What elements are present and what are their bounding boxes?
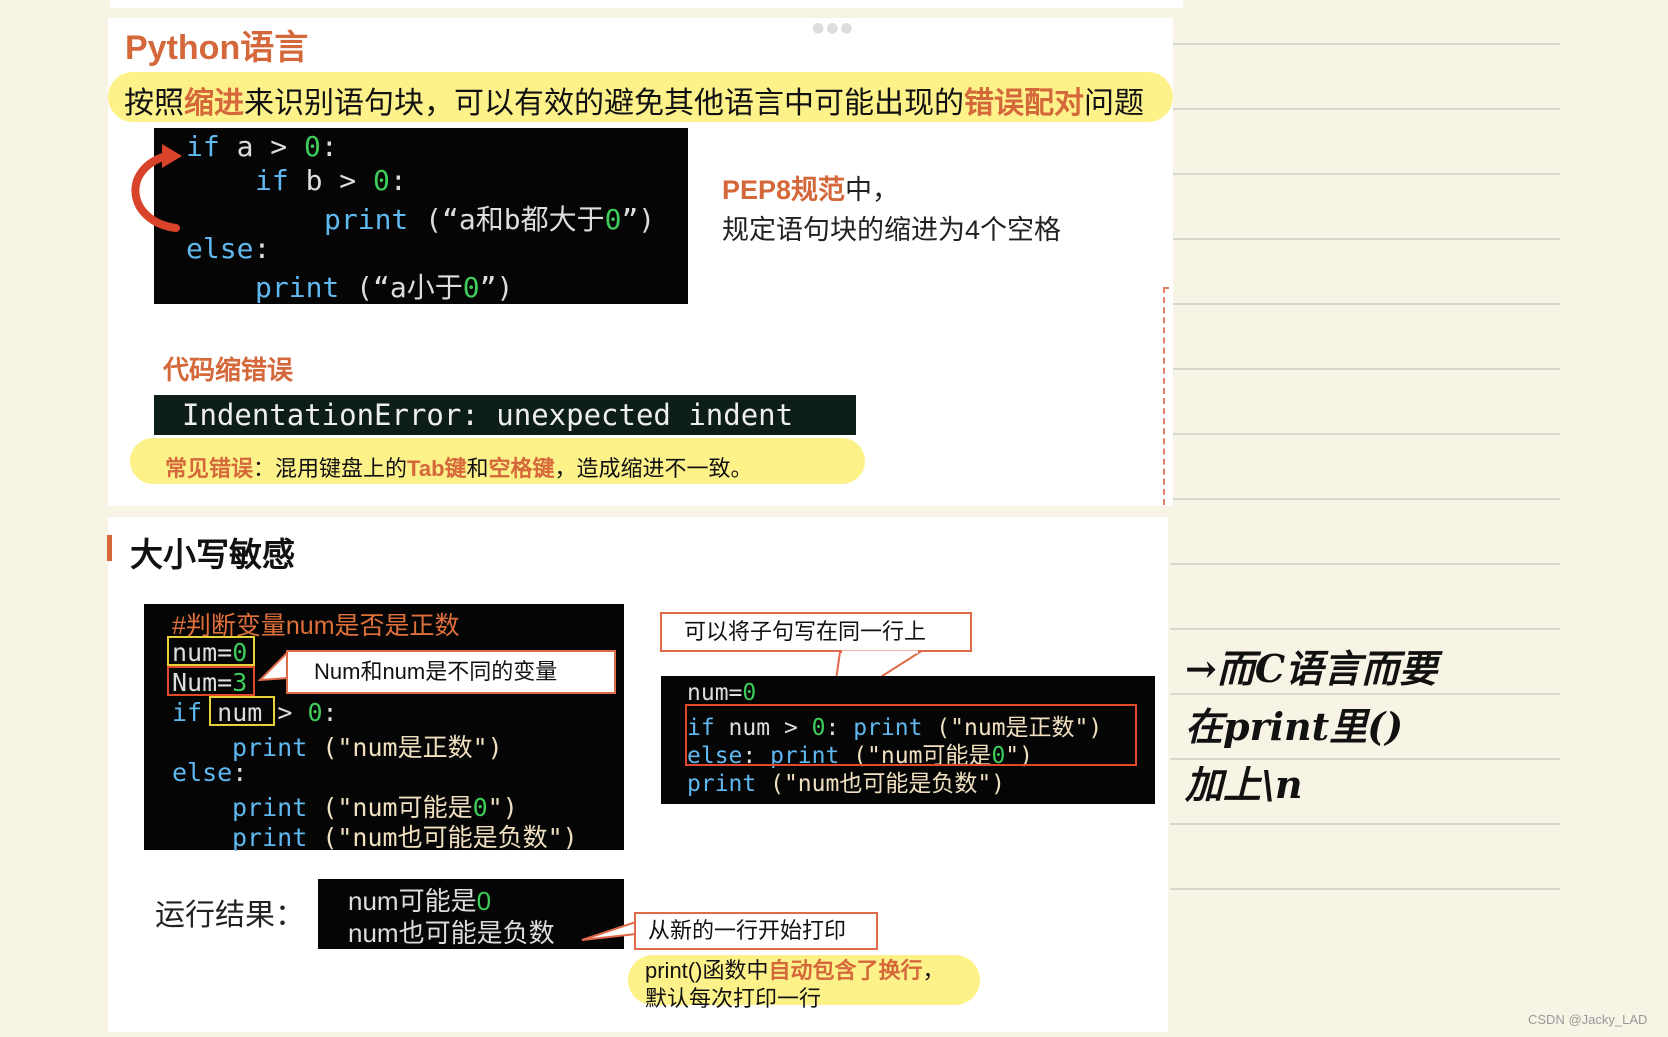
handwritten-line: →而C语言而要 bbox=[1185, 646, 1438, 691]
watermark-credit: CSDN @Jacky_LAD bbox=[1528, 1012, 1648, 1027]
code-line: print ("num也可能是负数") bbox=[687, 771, 1006, 797]
code-line: else: bbox=[172, 758, 248, 787]
code-line: if b > 0: bbox=[255, 164, 407, 197]
page-title: Python语言 bbox=[125, 29, 309, 67]
code-line: print ("num也可能是负数") bbox=[232, 823, 578, 852]
curved-arrow-icon bbox=[131, 144, 182, 232]
dashed-divider bbox=[1163, 287, 1169, 289]
code-line: if a > 0: bbox=[186, 130, 338, 163]
section-marker bbox=[107, 535, 112, 561]
indentation-error-bar: IndentationError: unexpected indent bbox=[154, 395, 856, 435]
section-title: 大小写敏感 bbox=[130, 536, 295, 573]
same-line-callout: 可以将子句写在同一行上 bbox=[660, 612, 972, 652]
output-block: num可能是0 num也可能是负数 bbox=[318, 879, 624, 949]
result-label: 运行结果： bbox=[155, 899, 305, 932]
top-strip bbox=[110, 0, 1183, 8]
drag-handle-icon[interactable]: ●●● bbox=[812, 20, 855, 36]
print-newline-note: print()函数中自动包含了换行， 默认每次打印一行 bbox=[645, 958, 945, 1011]
code-line: print (“a和b都大于0”) bbox=[324, 203, 656, 236]
common-error-note: 常见错误：混用键盘上的Tab键和空格键，造成缩进不一致。 bbox=[165, 456, 753, 481]
num-highlight-box bbox=[167, 636, 255, 666]
Num-highlight-box bbox=[167, 666, 255, 696]
code-line: print (“a小于0”) bbox=[255, 271, 514, 304]
indent-description: 按照缩进来识别语句块，可以有效的避免其他语言中可能出现的错误配对问题 bbox=[124, 87, 1144, 120]
handwritten-note: →而C语言而要 在print里() 加上\n bbox=[1185, 640, 1437, 814]
code-line: num=0 bbox=[687, 680, 757, 706]
code-line: print ("num是正数") bbox=[232, 733, 503, 762]
callout-pointer bbox=[581, 920, 636, 941]
error-heading: 代码缩错误 bbox=[163, 355, 294, 385]
dashed-divider bbox=[1163, 287, 1165, 505]
if-num-highlight-box bbox=[209, 696, 275, 726]
callout-pointer bbox=[258, 650, 288, 682]
indent-code-block: if a > 0: if b > 0: print (“a和b都大于0”) el… bbox=[154, 128, 688, 304]
same-line-highlight-box bbox=[685, 704, 1137, 766]
code-line: else: bbox=[186, 232, 271, 265]
handwritten-line: 在print里() bbox=[1185, 704, 1404, 749]
pep8-note: PEP8规范中， 规定语句块的缩进为4个空格 bbox=[722, 175, 1062, 245]
new-line-callout: 从新的一行开始打印 bbox=[634, 912, 878, 950]
handwritten-line: 加上\n bbox=[1185, 762, 1303, 807]
output-line: num也可能是负数 bbox=[348, 918, 555, 948]
variable-case-callout: Num和num是不同的变量 bbox=[286, 650, 616, 694]
